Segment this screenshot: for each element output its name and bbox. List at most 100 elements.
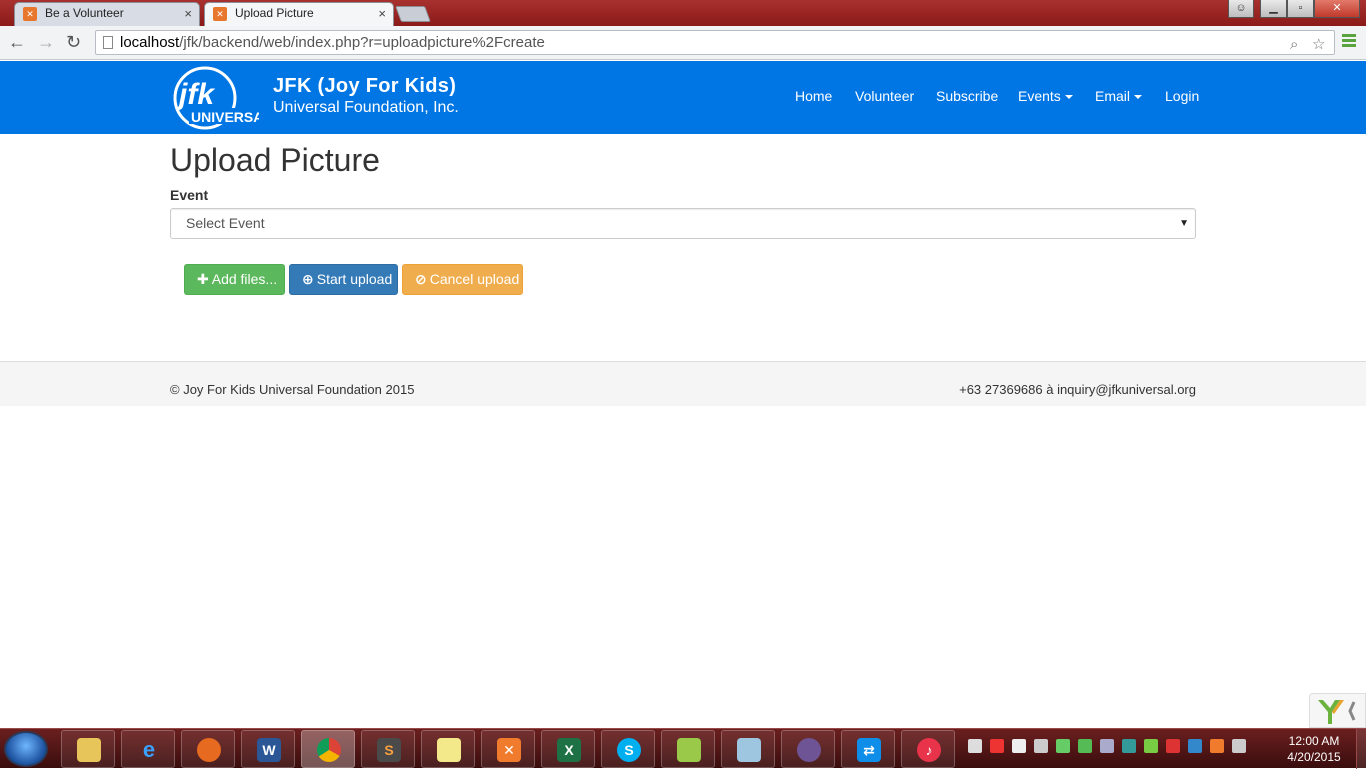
xampp-favicon-icon: ✕: [213, 7, 227, 21]
excel-icon: X: [557, 738, 581, 762]
ban-circle-icon: ⊘: [415, 271, 427, 287]
tab-close-icon[interactable]: ×: [184, 3, 192, 24]
taskbar-excel[interactable]: X: [541, 730, 595, 768]
nav-events-dropdown[interactable]: Events: [1018, 88, 1073, 104]
itunes-icon: ♪: [917, 738, 941, 762]
brand-subtitle[interactable]: Universal Foundation, Inc.: [273, 99, 459, 117]
user-profile-icon[interactable]: ☺: [1228, 0, 1254, 18]
skype-icon: S: [617, 738, 641, 762]
tab-be-a-volunteer[interactable]: ✕ Be a Volunteer ×: [14, 2, 200, 26]
notepad-plus-icon: [677, 738, 701, 762]
usb-icon[interactable]: [1012, 739, 1026, 753]
nav-volunteer[interactable]: Volunteer: [855, 88, 914, 104]
utorrent-icon[interactable]: [1078, 739, 1092, 753]
taskbar-word[interactable]: W: [241, 730, 295, 768]
app-window-icon: [737, 738, 761, 762]
site-navbar: jfk UNIVERSAL JFK (Joy For Kids) Univers…: [0, 61, 1366, 134]
dropbox-icon[interactable]: [968, 739, 982, 753]
svg-text:jfk: jfk: [175, 78, 215, 111]
windows-taskbar: e W S ✕ X S ⇄ ♪ 12:00 AM 4/20/2015: [0, 728, 1366, 769]
taskbar-teamviewer[interactable]: ⇄: [841, 730, 895, 768]
taskbar-ie[interactable]: e: [121, 730, 175, 768]
xampp-tray-icon[interactable]: [1210, 739, 1224, 753]
event-label: Event: [170, 187, 209, 203]
nav-email-dropdown[interactable]: Email: [1095, 88, 1143, 104]
antivirus-icon[interactable]: [1166, 739, 1180, 753]
tab-upload-picture[interactable]: ✕ Upload Picture ×: [204, 2, 394, 26]
zoom-search-icon[interactable]: ⌕: [1290, 33, 1298, 56]
internet-explorer-icon: e: [142, 737, 156, 762]
address-bar[interactable]: localhost/jfk/backend/web/index.php?r=up…: [95, 30, 1335, 55]
start-upload-button[interactable]: ⊕ Start upload: [289, 264, 398, 295]
taskbar-sticky[interactable]: [421, 730, 475, 768]
bluetooth-icon[interactable]: [1100, 739, 1114, 753]
yii-logo-icon: [1318, 700, 1356, 724]
event-select-value: Select Event: [186, 215, 265, 231]
cancel-upload-button[interactable]: ⊘ Cancel upload: [402, 264, 523, 295]
clock-time: 12:00 AM: [1288, 734, 1340, 748]
browser-tabstrip: ✕ Be a Volunteer × ✕ Upload Picture × ☺ …: [0, 0, 1366, 26]
taskbar-itunes[interactable]: ♪: [901, 730, 955, 768]
tray-app-icon[interactable]: [1122, 739, 1136, 753]
svg-text:UNIVERSAL: UNIVERSAL: [191, 109, 259, 125]
browser-toolbar: ← → ↻ localhost/jfk/backend/web/index.ph…: [0, 26, 1366, 60]
url-host: localhost: [120, 34, 180, 51]
taskbar-chrome[interactable]: [301, 730, 355, 768]
github-icon: [797, 738, 821, 762]
taskbar-skype[interactable]: S: [601, 730, 655, 768]
xampp-icon: ✕: [497, 738, 521, 762]
sync-icon[interactable]: [1056, 739, 1070, 753]
taskbar-explorer[interactable]: [61, 730, 115, 768]
show-desktop-button[interactable]: [1356, 729, 1366, 769]
minimize-button[interactable]: ▁: [1260, 0, 1287, 18]
chrome-menu-icon[interactable]: [1342, 34, 1356, 48]
tab-title: Be a Volunteer: [45, 6, 124, 20]
volume-icon[interactable]: [1034, 739, 1048, 753]
close-window-button[interactable]: ✕: [1314, 0, 1360, 18]
firefox-icon: [197, 738, 221, 762]
forward-icon[interactable]: →: [37, 32, 55, 52]
caret-down-icon: [1064, 95, 1073, 100]
taskbar-xampp[interactable]: ✕: [481, 730, 535, 768]
reload-icon[interactable]: ↻: [66, 32, 81, 52]
event-select[interactable]: Select Event ▼: [170, 208, 1196, 239]
bookmark-star-icon[interactable]: ☆: [1312, 33, 1325, 56]
back-icon[interactable]: ←: [8, 32, 26, 52]
page-title: Upload Picture: [170, 142, 380, 178]
evernote-icon[interactable]: [1144, 739, 1158, 753]
plus-icon: ✚: [197, 271, 209, 287]
sticky-notes-icon: [437, 738, 461, 762]
maximize-button[interactable]: ▫: [1287, 0, 1314, 18]
yii-debug-toolbar[interactable]: [1309, 693, 1366, 728]
url-path: /jfk/backend/web/index.php?r=uploadpictu…: [179, 34, 545, 51]
nav-subscribe[interactable]: Subscribe: [936, 88, 998, 104]
caret-down-icon: [1134, 95, 1143, 100]
system-tray: [968, 739, 1254, 756]
action-center-icon[interactable]: [1232, 739, 1246, 753]
chrome-icon: [317, 738, 341, 762]
taskbar-clock[interactable]: 12:00 AM 4/20/2015: [1282, 733, 1346, 765]
sublime-text-icon: S: [377, 738, 401, 762]
tab-close-icon[interactable]: ×: [378, 3, 386, 24]
jfk-logo[interactable]: jfk UNIVERSAL: [171, 66, 259, 130]
nav-login[interactable]: Login: [1165, 88, 1199, 104]
clock-date: 4/20/2015: [1287, 750, 1341, 764]
word-icon: W: [257, 738, 281, 762]
teamviewer-tray-icon[interactable]: [1188, 739, 1202, 753]
taskbar-github[interactable]: [781, 730, 835, 768]
upload-circle-icon: ⊕: [302, 271, 314, 287]
taskbar-app[interactable]: [721, 730, 775, 768]
nav-home[interactable]: Home: [795, 88, 832, 104]
tab-title: Upload Picture: [235, 6, 314, 20]
taskbar-sublime[interactable]: S: [361, 730, 415, 768]
xampp-favicon-icon: ✕: [23, 7, 37, 21]
brand-title[interactable]: JFK (Joy For Kids): [273, 75, 456, 98]
dropdown-arrow-icon: ▼: [1179, 218, 1189, 229]
add-files-button[interactable]: ✚ Add files...: [184, 264, 285, 295]
network-error-icon[interactable]: [990, 739, 1004, 753]
new-tab-button[interactable]: [395, 6, 431, 22]
folder-icon: [77, 738, 101, 762]
taskbar-firefox[interactable]: [181, 730, 235, 768]
start-button[interactable]: [4, 731, 48, 767]
taskbar-notepad-plus[interactable]: [661, 730, 715, 768]
